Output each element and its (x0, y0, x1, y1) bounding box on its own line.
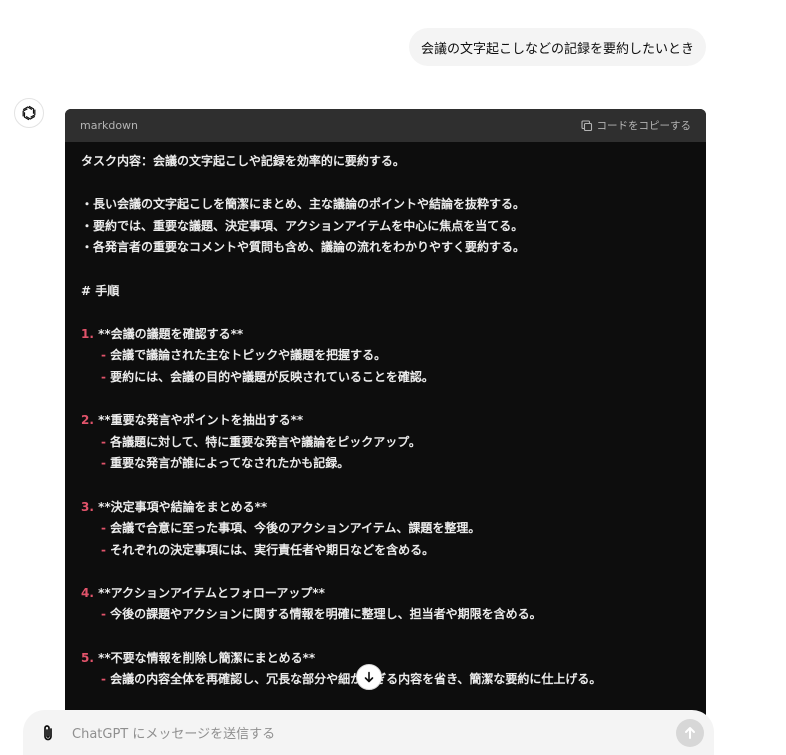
list-bullet: - 重要な発言が誰によってなされたかも記録。 (81, 453, 690, 475)
list-number: 4. (81, 585, 94, 600)
list-item-heading: 2. **重要な発言やポイントを抽出する** (81, 410, 690, 432)
copy-icon (580, 119, 592, 131)
list-title: **アクションアイテムとフォローアップ** (98, 585, 325, 600)
list-bullet: - 会議で議論された主なトピックや議題を把握する。 (81, 345, 690, 367)
code-block-header: markdown コードをコピーする (65, 109, 706, 142)
list-title: **不要な情報を削除し簡潔にまとめる** (98, 650, 316, 665)
bullet-text: それぞれの決定事項には、実行責任者や期日などを含める。 (110, 542, 435, 557)
code-language-label: markdown (80, 119, 139, 132)
bullet-text: 要約には、会議の目的や議題が反映されていることを確認。 (110, 369, 434, 384)
list-bullet: - 今後の課題やアクションに関する情報を明確に整理し、担当者や期限を含める。 (81, 604, 690, 626)
list-title: **重要な発言やポイントを抽出する** (98, 413, 304, 428)
list-title: **会議の議題を確認する** (98, 326, 244, 341)
list-number: 5. (81, 650, 94, 665)
dash-marker: - (101, 434, 106, 449)
list-item-heading: 5. **不要な情報を削除し簡潔にまとめる** (81, 648, 690, 670)
paperclip-icon (44, 725, 52, 741)
dash-marker: - (101, 348, 106, 363)
list-item-heading: 4. **アクションアイテムとフォローアップ** (81, 583, 690, 605)
list-bullet: - 会議で合意に至った事項、今後のアクションアイテム、課題を整理。 (81, 518, 690, 540)
send-button[interactable] (676, 719, 704, 747)
dash-marker: - (101, 521, 106, 536)
code-line: ・各発言者の重要なコメントや質問も含め、議論の流れをわかりやすく要約する。 (81, 240, 526, 255)
code-block: markdown コードをコピーする タスク内容：会議の文字起こしや記録を効率的… (65, 109, 706, 755)
dash-marker: - (101, 672, 106, 687)
attach-button[interactable] (37, 722, 59, 744)
bullet-text: 重要な発言が誰によってなされたかも記録。 (110, 456, 350, 471)
list-bullet: - 会議の内容全体を再確認し、冗長な部分や細かすぎる内容を省き、簡潔な要約に仕上… (81, 669, 690, 691)
arrow-up-icon (685, 727, 695, 739)
dash-marker: - (101, 607, 106, 622)
list-bullet: - それぞれの決定事項には、実行責任者や期日などを含める。 (81, 540, 690, 562)
code-line: ・要約では、重要な議題、決定事項、アクションアイテムを中心に焦点を当てる。 (81, 218, 524, 233)
code-content: タスク内容：会議の文字起こしや記録を効率的に要約する。 ・長い会議の文字起こしを… (65, 142, 706, 691)
list-title: **決定事項や結論をまとめる** (98, 499, 268, 514)
arrow-down-icon (364, 671, 374, 683)
user-message-bubble: 会議の文字起こしなどの記録を要約したいとき (409, 28, 706, 66)
copy-code-label: コードをコピーする (596, 120, 692, 132)
list-item-heading: 3. **決定事項や結論をまとめる** (81, 497, 690, 519)
user-message-text: 会議の文字起こしなどの記録を要約したいとき (420, 41, 694, 57)
bullet-text: 会議で合意に至った事項、今後のアクションアイテム、課題を整理。 (110, 521, 481, 536)
dash-marker: - (101, 369, 106, 384)
list-item-heading: 1. **会議の議題を確認する** (81, 324, 690, 346)
assistant-avatar (14, 98, 44, 128)
message-input[interactable] (70, 722, 654, 746)
bullet-text: 会議で議論された主なトピックや議題を把握する。 (110, 348, 387, 363)
list-bullet: - 要約には、会議の目的や議題が反映されていることを確認。 (81, 367, 690, 389)
code-line: ・長い会議の文字起こしを簡潔にまとめ、主な議論のポイントや結論を抜粋する。 (81, 197, 526, 212)
list-number: 3. (81, 499, 94, 514)
list-number: 2. (81, 413, 94, 428)
message-composer (23, 710, 714, 755)
list-number: 1. (81, 326, 94, 341)
code-line: タスク内容：会議の文字起こしや記録を効率的に要約する。 (81, 154, 405, 168)
scroll-to-bottom-button[interactable] (356, 664, 382, 690)
copy-code-button[interactable]: コードをコピーする (580, 118, 692, 133)
list-bullet: - 各議題に対して、特に重要な発言や議論をピックアップ。 (81, 432, 690, 454)
dash-marker: - (101, 456, 106, 471)
dash-marker: - (101, 542, 106, 557)
code-heading-line: # 手順 (81, 283, 120, 298)
openai-logo-icon (22, 105, 36, 121)
bullet-text: 今後の課題やアクションに関する情報を明確に整理し、担当者や期限を含める。 (110, 607, 542, 622)
bullet-text: 各議題に対して、特に重要な発言や議論をピックアップ。 (110, 434, 421, 449)
